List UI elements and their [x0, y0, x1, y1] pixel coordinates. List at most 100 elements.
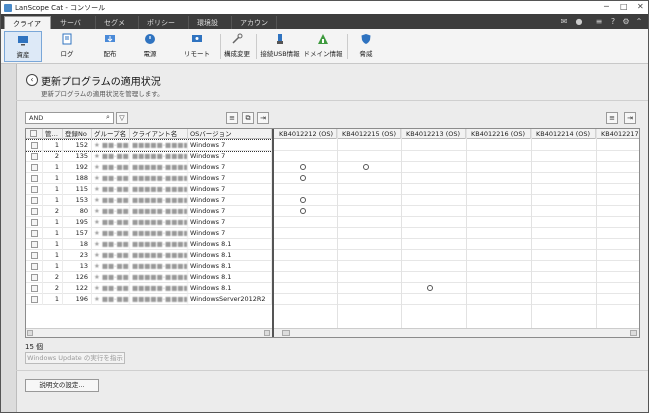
gear-icon[interactable]: ⚙ — [621, 17, 631, 26]
list-icon[interactable]: ≡ — [594, 17, 604, 26]
description-settings-button[interactable]: 説明文の設定... — [25, 379, 99, 392]
ribbon-distribution-button[interactable]: 配布 — [91, 31, 129, 62]
row-checkbox[interactable] — [31, 164, 38, 171]
table-row[interactable]: 123★ ■■-■■■■■■■■-■■■■Windows 8.1 — [26, 250, 272, 261]
ribbon-threat-button[interactable]: 脅威 — [351, 31, 381, 62]
header-client[interactable]: クライアント名 — [130, 129, 188, 139]
ribbon-usb-button[interactable]: 接続USB情報 — [259, 31, 301, 62]
table-row[interactable]: 280★ ■■-■■■■■■■■-■■■■Windows 7 — [26, 206, 272, 217]
cell-os: Windows 7 — [188, 173, 272, 184]
table-row[interactable]: 1152★ ■■-■■■■■■■■-■■■■Windows 7 — [26, 139, 273, 152]
table-row[interactable]: 113★ ■■-■■■■■■■■-■■■■Windows 8.1 — [26, 261, 272, 272]
ribbon-remote-button[interactable]: リモート — [176, 31, 218, 62]
left-header: 管… 登録No グループ名 クライアント名 OSバージョン — [26, 129, 272, 139]
collapse-icon[interactable]: ⌃ — [634, 17, 644, 26]
help-icon[interactable]: ? — [608, 17, 618, 26]
header-regno[interactable]: 登録No — [63, 129, 92, 139]
table-row[interactable]: 1153★ ■■-■■■■■■■■-■■■■Windows 7 — [26, 195, 272, 206]
scroll-thumb[interactable] — [27, 330, 33, 336]
grid-line — [596, 129, 597, 328]
tab-environment[interactable]: 環境設定 — [189, 16, 232, 37]
header-kb[interactable]: KB4012216 (OS) — [466, 129, 531, 139]
applied-mark — [427, 285, 433, 291]
right-horizontal-scrollbar[interactable] — [274, 328, 639, 337]
header-kb[interactable]: KB4012214 (OS) — [531, 129, 596, 139]
ribbon-log-button[interactable]: ログ — [48, 31, 86, 62]
row-checkbox-cell — [26, 250, 43, 261]
table-row[interactable]: 1196★ ■■-■■■■■■■■-■■■■WindowsServer2012R… — [26, 294, 272, 305]
close-button[interactable]: ✕ — [637, 2, 644, 11]
scroll-thumb[interactable] — [282, 330, 290, 336]
scroll-thumb[interactable] — [630, 330, 637, 336]
table-row[interactable]: 1192★ ■■-■■■■■■■■-■■■■Windows 7 — [26, 162, 272, 173]
cell-group: ★ ■■-■■■ — [94, 217, 130, 228]
header-kb[interactable]: KB4012215 (OS) — [337, 129, 401, 139]
row-checkbox[interactable] — [31, 274, 38, 281]
config-icon — [232, 33, 243, 44]
table-row[interactable]: 1188★ ■■-■■■■■■■■-■■■■Windows 7 — [26, 173, 272, 184]
row-checkbox[interactable] — [31, 153, 38, 160]
copy-icon[interactable]: ⧉ — [242, 112, 254, 124]
header-kb[interactable]: KB4012213 (OS) — [401, 129, 466, 139]
tab-client[interactable]: クライアント — [4, 16, 51, 38]
row-checkbox[interactable] — [31, 252, 38, 259]
ribbon-power-button[interactable]: 電源 — [131, 31, 169, 62]
select-all-checkbox[interactable] — [30, 130, 37, 137]
row-checkbox[interactable] — [31, 197, 38, 204]
table-row[interactable]: 118★ ■■-■■■■■■■■-■■■■Windows 8.1 — [26, 239, 272, 250]
row-checkbox[interactable] — [31, 296, 38, 303]
cell-os: Windows 7 — [188, 195, 272, 206]
table-row[interactable]: 2135★ ■■-■■■■■■■■-■■■■Windows 7 — [26, 151, 272, 162]
row-checkbox-cell — [26, 173, 43, 184]
export-icon[interactable]: ⇥ — [257, 112, 269, 124]
export-icon-right[interactable]: ⇥ — [624, 112, 636, 124]
column-list-icon-right[interactable]: ≡ — [606, 112, 618, 124]
tab-account[interactable]: アカウント — [232, 16, 277, 37]
row-checkbox[interactable] — [31, 263, 38, 270]
filter-icon[interactable]: ▽ — [116, 112, 128, 124]
row-checkbox[interactable] — [31, 208, 38, 215]
header-kb[interactable]: KB4012212 (OS) — [274, 129, 337, 139]
mail-icon[interactable]: ✉ — [559, 17, 569, 26]
ribbon-separator — [220, 34, 221, 59]
windows-update-button[interactable]: Windows Update の実行を指示 — [25, 352, 125, 364]
table-row[interactable]: 2122★ ■■-■■■■■■■■-■■■■Windows 8.1 — [26, 283, 272, 294]
row-checkbox[interactable] — [31, 219, 38, 226]
row-checkbox[interactable] — [31, 241, 38, 248]
tab-server[interactable]: サーバー — [52, 16, 96, 37]
status-row — [274, 272, 639, 283]
cell-os: Windows 8.1 — [188, 239, 272, 250]
header-checkbox[interactable] — [26, 129, 43, 139]
row-checkbox[interactable] — [31, 285, 38, 292]
row-checkbox[interactable] — [31, 142, 38, 149]
table-row[interactable]: 1195★ ■■-■■■■■■■■-■■■■Windows 7 — [26, 217, 272, 228]
left-horizontal-scrollbar[interactable] — [26, 328, 272, 337]
user-icon[interactable]: ● — [574, 17, 584, 26]
table-row[interactable]: 1157★ ■■-■■■■■■■■-■■■■Windows 7 — [26, 228, 272, 239]
ribbon-config-button[interactable]: 構成変更 — [222, 31, 252, 62]
row-checkbox[interactable] — [31, 186, 38, 193]
status-row — [274, 294, 639, 305]
applied-mark — [300, 208, 306, 214]
header-os[interactable]: OSバージョン — [188, 129, 272, 139]
tab-segment[interactable]: セグメント — [96, 16, 139, 37]
back-button[interactable]: ‹ — [26, 74, 38, 86]
header-group[interactable]: グループ名 — [92, 129, 130, 139]
row-checkbox[interactable] — [31, 175, 38, 182]
row-checkbox[interactable] — [31, 230, 38, 237]
ribbon-domain-button[interactable]: ドメイン情報 — [303, 31, 343, 62]
minimize-button[interactable]: ─ — [604, 2, 609, 11]
table-row[interactable]: 2126★ ■■-■■■■■■■■-■■■■Windows 8.1 — [26, 272, 272, 283]
table-row[interactable]: 1115★ ■■-■■■■■■■■-■■■■Windows 7 — [26, 184, 272, 195]
maximize-button[interactable]: □ — [620, 2, 628, 11]
ribbon-asset-button[interactable]: 資産 — [4, 31, 42, 62]
tab-policy[interactable]: ポリシー設定 — [139, 16, 189, 37]
applied-mark — [300, 175, 306, 181]
scroll-thumb[interactable] — [264, 330, 270, 336]
pane-splitter[interactable] — [272, 129, 274, 337]
search-icon[interactable]: ⌕ — [102, 112, 114, 124]
header-kb[interactable]: KB4012217 — [596, 129, 639, 139]
column-list-icon[interactable]: ≡ — [226, 112, 238, 124]
header-kanri[interactable]: 管… — [43, 129, 63, 139]
search-input[interactable]: AND — [25, 112, 114, 124]
